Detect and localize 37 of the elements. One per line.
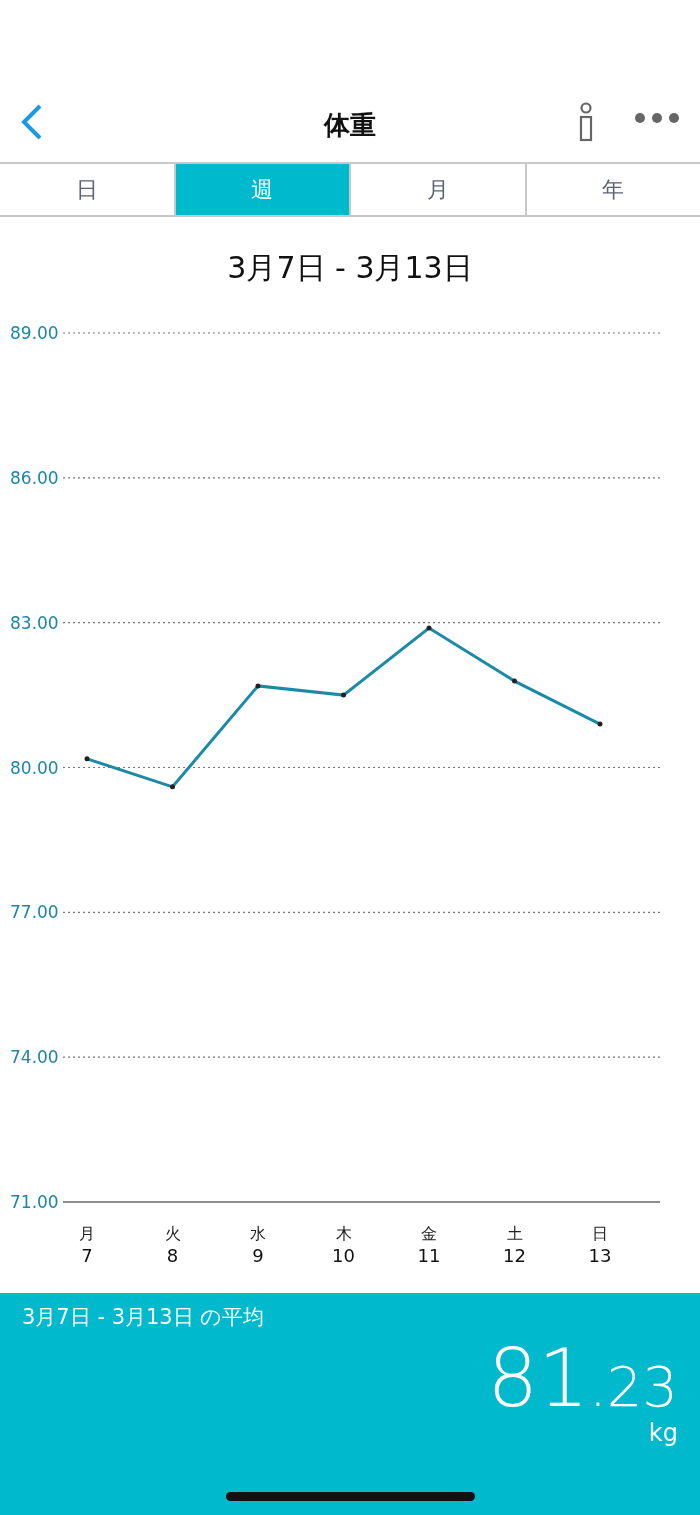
day-label: 10 bbox=[332, 1245, 355, 1266]
day-label: 11 bbox=[417, 1245, 441, 1266]
data-point bbox=[512, 678, 517, 684]
day-label: 9 bbox=[252, 1245, 264, 1266]
data-point bbox=[426, 625, 432, 631]
day-label: 13 bbox=[588, 1245, 612, 1266]
day-label: 12 bbox=[503, 1245, 526, 1266]
weekday-label: 木 bbox=[335, 1224, 352, 1243]
y-tick-label: 71.00 bbox=[10, 1192, 59, 1212]
weekday-label: 水 bbox=[250, 1224, 266, 1243]
y-tick-label: 74.00 bbox=[10, 1047, 59, 1068]
data-point bbox=[255, 683, 261, 689]
day-label: 8 bbox=[166, 1245, 179, 1266]
weekday-label: 金 bbox=[421, 1224, 437, 1243]
more-icon[interactable] bbox=[634, 112, 680, 124]
back-icon[interactable] bbox=[20, 104, 44, 140]
data-point bbox=[84, 756, 90, 762]
data-point bbox=[170, 784, 175, 790]
weekday-label: 月 bbox=[79, 1224, 95, 1243]
y-tick-label: 89.00 bbox=[10, 323, 59, 343]
y-tick-label: 77.00 bbox=[10, 902, 59, 923]
average-decimal: .23 bbox=[588, 1354, 678, 1419]
weekday-label: 日 bbox=[592, 1224, 608, 1243]
weekday-label: 火 bbox=[164, 1224, 181, 1243]
info-icon[interactable] bbox=[578, 102, 594, 142]
page-title: 体重 bbox=[324, 108, 376, 142]
average-label: 3月7日 - 3月13日 の平均 bbox=[22, 1304, 266, 1331]
day-label: 7 bbox=[81, 1245, 93, 1266]
unit-label: kg bbox=[648, 1419, 678, 1447]
y-tick-label: 86.00 bbox=[10, 467, 59, 488]
y-tick-label: 83.00 bbox=[10, 612, 59, 633]
weekday-label: 土 bbox=[506, 1224, 523, 1243]
date-range: 3月7日 - 3月13日 bbox=[226, 249, 474, 287]
data-point bbox=[597, 721, 603, 727]
data-point bbox=[341, 692, 346, 698]
average-value: 81 bbox=[487, 1332, 589, 1425]
y-tick-label: 80.00 bbox=[10, 757, 59, 778]
